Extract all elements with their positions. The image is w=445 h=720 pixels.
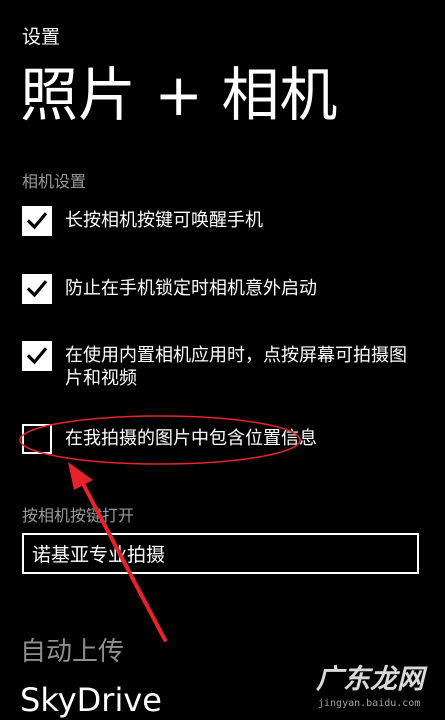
watermark-url: jingyan.baidu.com [318, 698, 421, 709]
option-label: 防止在手机锁定时相机意外启动 [65, 278, 317, 299]
watermark: 广东龙网 jingyan.baidu.com [296, 664, 442, 714]
app-label: 设置 [22, 26, 61, 48]
option-prevent-launch[interactable]: 防止在手机锁定时相机意外启动 [22, 274, 432, 304]
camera-button-app-selector[interactable]: 诺基亚专业拍摄 [22, 533, 419, 574]
camera-settings-section-label: 相机设置 [22, 172, 87, 191]
auto-upload-heading: 自动上传 [20, 637, 125, 667]
option-location-info[interactable]: 在我拍摄的图片中包含位置信息 [22, 424, 432, 454]
option-label: 在使用内置相机应用时，点按屏幕可拍摄图片和视频 [65, 345, 407, 389]
checkbox-checked-icon[interactable] [22, 341, 52, 371]
checkbox-checked-icon[interactable] [22, 206, 52, 236]
camera-button-section-label: 按相机按键打开 [22, 506, 135, 525]
option-tap-to-capture[interactable]: 在使用内置相机应用时，点按屏幕可拍摄图片和视频 [22, 341, 432, 390]
option-label: 长按相机按键可唤醒手机 [65, 210, 263, 231]
watermark-text: 广东龙网 [316, 664, 424, 695]
auto-upload-value[interactable]: SkyDrive [20, 680, 162, 720]
page-title: 照片 + 相机 [20, 61, 338, 129]
checkbox-checked-icon[interactable] [22, 274, 52, 304]
option-label: 在我拍摄的图片中包含位置信息 [65, 428, 317, 449]
annotation-arrow-head [68, 462, 93, 490]
selector-value: 诺基亚专业拍摄 [32, 544, 166, 566]
checkbox-unchecked-icon[interactable] [22, 424, 52, 454]
option-wake-phone[interactable]: 长按相机按键可唤醒手机 [22, 206, 432, 236]
